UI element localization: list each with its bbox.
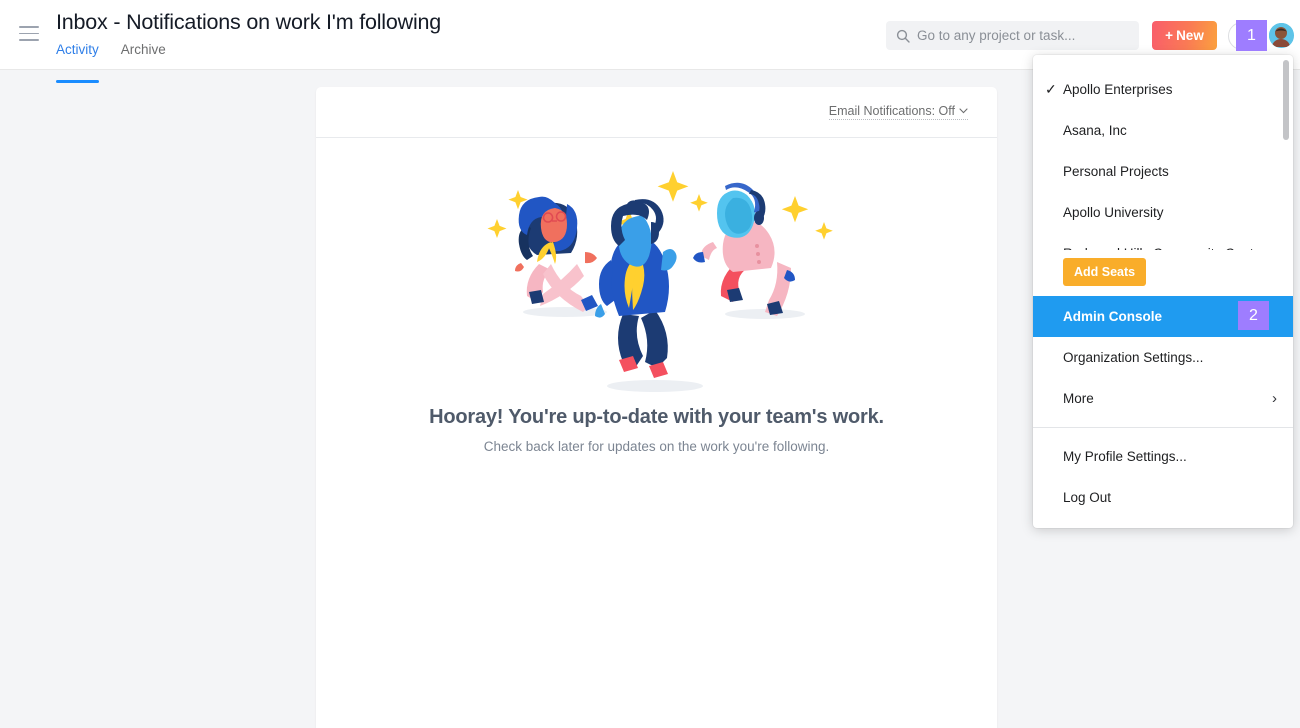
page-title: Inbox - Notifications on work I'm follow… — [56, 10, 442, 34]
annotation-marker-1: 1 — [1236, 20, 1267, 51]
avatar[interactable] — [1268, 22, 1295, 49]
celebrating-people-illustration — [487, 171, 833, 392]
tab-archive[interactable]: Archive — [121, 42, 166, 62]
empty-state-subtitle: Check back later for updates on the work… — [483, 439, 830, 454]
hamburger-line — [19, 26, 39, 28]
workspace-list[interactable]: ✓ Apollo Enterprises Asana, Inc Personal… — [1033, 55, 1293, 250]
email-notifications-label: Email Notifications: Off — [828, 104, 955, 118]
shadow — [606, 380, 703, 392]
workspace-item-apollo-university[interactable]: Apollo University — [1033, 192, 1293, 233]
empty-state-title: Hooray! You're up-to-date with your team… — [429, 406, 884, 428]
add-seats-row: Add Seats — [1033, 250, 1293, 296]
shadow — [522, 307, 607, 317]
account-dropdown-menu: ✓ Apollo Enterprises Asana, Inc Personal… — [1033, 55, 1293, 528]
menu-item-label: Organization Settings... — [1063, 350, 1204, 365]
add-seats-button[interactable]: Add Seats — [1063, 258, 1147, 286]
search-icon — [896, 29, 910, 43]
hamburger-line — [19, 39, 39, 41]
chevron-right-icon: › — [1272, 390, 1277, 407]
menu-item-label: More — [1063, 391, 1094, 406]
tab-activity[interactable]: Activity — [56, 42, 99, 83]
new-button[interactable]: + New — [1152, 21, 1217, 50]
workspace-item-asana-inc[interactable]: Asana, Inc — [1033, 110, 1293, 151]
avatar-image — [1269, 23, 1293, 48]
hamburger-line — [19, 32, 39, 34]
figure-center — [594, 199, 677, 378]
workspace-label: Redwood Hills Community Center — [1063, 246, 1266, 250]
workspace-label: Personal Projects — [1063, 164, 1169, 179]
check-icon: ✓ — [1045, 81, 1057, 97]
new-button-label: New — [1176, 28, 1204, 43]
empty-state: Hooray! You're up-to-date with your team… — [316, 138, 997, 454]
workspace-item-personal-projects[interactable]: Personal Projects — [1033, 151, 1293, 192]
app-root: Inbox - Notifications on work I'm follow… — [0, 0, 1300, 728]
workspace-label: Apollo Enterprises — [1063, 82, 1173, 97]
menu-item-label: Admin Console — [1063, 309, 1163, 324]
menu-item-more[interactable]: More › — [1033, 378, 1293, 419]
menu-bottom-spacer — [1033, 518, 1293, 528]
search-input[interactable]: Go to any project or task... — [886, 21, 1139, 50]
search-placeholder-text: Go to any project or task... — [917, 28, 1076, 43]
email-notifications-dropdown[interactable]: Email Notifications: Off — [828, 104, 968, 120]
menu-item-organization-settings[interactable]: Organization Settings... — [1033, 337, 1293, 378]
tab-bar: Activity Archive — [56, 42, 166, 83]
card-header: Email Notifications: Off — [316, 87, 997, 138]
workspace-label: Apollo University — [1063, 205, 1164, 220]
chevron-down-icon — [959, 108, 968, 114]
figure-left — [514, 196, 598, 312]
menu-item-label: Log Out — [1063, 490, 1112, 505]
scrollbar-thumb[interactable] — [1283, 60, 1289, 140]
workspace-item-redwood-hills-community-center[interactable]: Redwood Hills Community Center — [1033, 233, 1293, 250]
inbox-card: Email Notifications: Off Hooray! You're … — [316, 87, 997, 728]
workspace-item-apollo-enterprises[interactable]: ✓ Apollo Enterprises — [1033, 69, 1293, 110]
menu-item-label: My Profile Settings... — [1063, 449, 1187, 464]
menu-item-log-out[interactable]: Log Out — [1033, 477, 1293, 518]
workspace-list-scrollbar[interactable] — [1283, 60, 1289, 246]
workspace-label: Asana, Inc — [1063, 123, 1127, 138]
shadow — [724, 309, 805, 319]
plus-icon: + — [1165, 28, 1174, 43]
menu-divider — [1033, 427, 1293, 428]
menu-item-my-profile-settings[interactable]: My Profile Settings... — [1033, 436, 1293, 477]
hamburger-icon[interactable] — [19, 26, 39, 42]
annotation-marker-2: 2 — [1238, 301, 1269, 330]
figure-right — [692, 182, 795, 316]
